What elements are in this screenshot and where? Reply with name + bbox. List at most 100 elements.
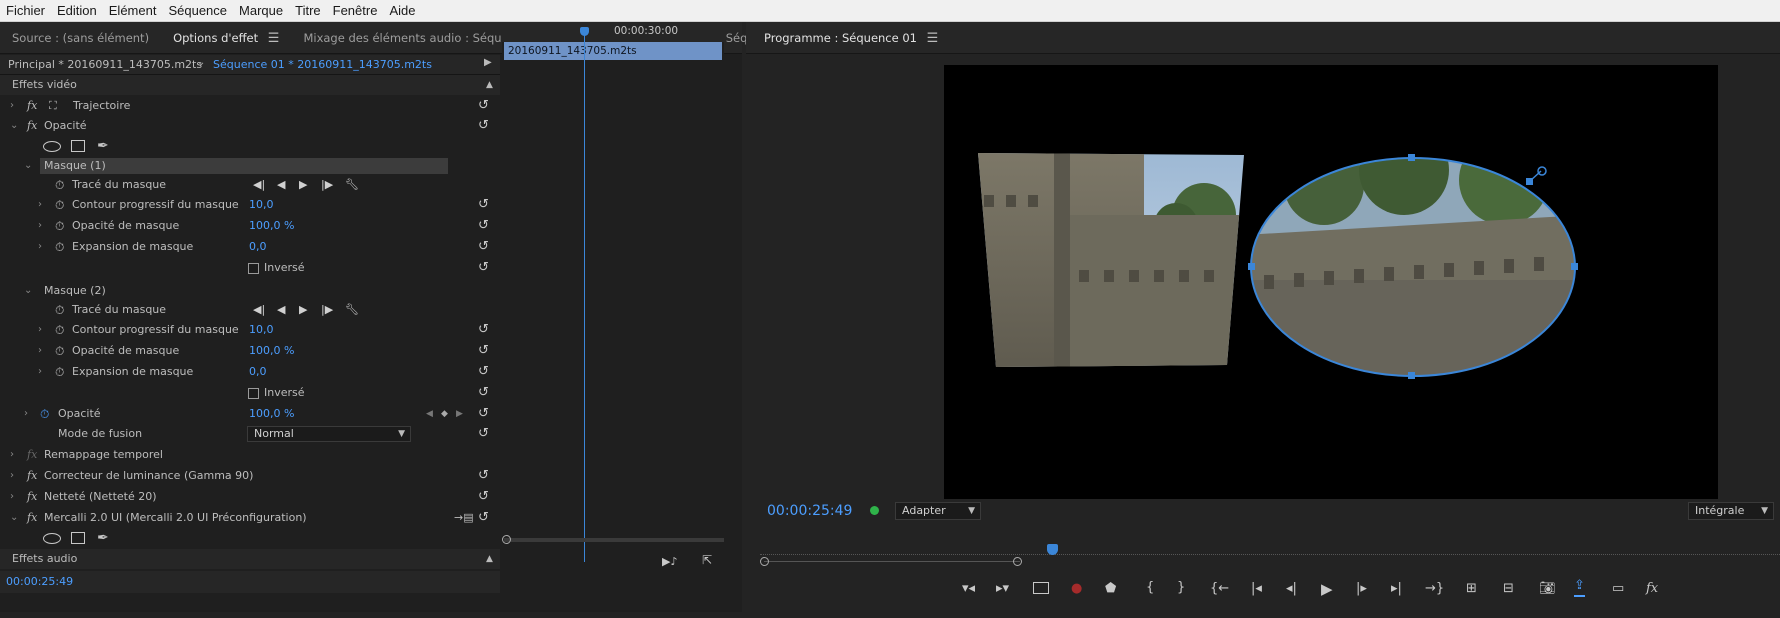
stopwatch-icon[interactable]: ⏱ xyxy=(55,175,64,195)
effect-row-nettete[interactable]: › fx Netteté (Netteté 20) ↺ xyxy=(0,487,500,507)
expand-icon[interactable]: › xyxy=(24,404,28,424)
fx-toggle-icon[interactable]: fx xyxy=(1646,581,1658,596)
play-only-icon[interactable]: ▶ xyxy=(484,57,492,68)
rectangle-mask-icon[interactable] xyxy=(71,140,85,152)
mask-feather-value[interactable]: 10,0 xyxy=(249,195,274,215)
menu-marque[interactable]: Marque xyxy=(233,3,289,18)
track-back-frame-icon[interactable]: ◀| xyxy=(253,300,265,320)
expand-icon[interactable]: › xyxy=(10,445,14,465)
playhead-marker-icon[interactable] xyxy=(580,27,589,36)
blend-mode-dropdown[interactable]: Normal ▼ xyxy=(247,426,411,442)
expand-icon[interactable]: › xyxy=(38,237,42,257)
clear-in-out-icon[interactable]: {← xyxy=(1210,581,1229,596)
expand-icon[interactable]: › xyxy=(38,320,42,340)
effect-row-remappage[interactable]: › fx Remappage temporel xyxy=(0,445,500,465)
panel-menu-icon[interactable]: ☰ xyxy=(268,31,280,46)
fx-icon[interactable]: fx xyxy=(27,508,37,528)
stopwatch-icon[interactable]: ⏱ xyxy=(55,216,64,236)
panel-menu-icon[interactable]: ☰ xyxy=(927,31,939,46)
step-to-out-icon[interactable]: ▸| xyxy=(1391,581,1402,596)
menu-sequence[interactable]: Séquence xyxy=(162,3,233,18)
expand-icon[interactable]: › xyxy=(10,466,14,486)
mask-expansion-value[interactable]: 0,0 xyxy=(249,362,267,382)
fx-icon[interactable]: fx xyxy=(27,445,37,465)
tab-program[interactable]: Programme : Séquence 01 ☰ xyxy=(754,22,948,54)
prev-keyframe-icon[interactable]: ◀ xyxy=(426,404,433,424)
stopwatch-active-icon[interactable]: ⏱ xyxy=(40,404,49,424)
effect-row-trajectoire[interactable]: › fx ⛶ Trajectoire ↺ xyxy=(0,96,500,116)
expand-icon[interactable]: › xyxy=(10,96,14,116)
effect-row-mercalli[interactable]: ⌄ fx Mercalli 2.0 UI (Mercalli 2.0 UI Pr… xyxy=(0,508,500,528)
track-forward-icon[interactable]: ▶ xyxy=(299,300,307,320)
wrench-icon[interactable]: 🔧︎ xyxy=(345,175,359,195)
fx-icon[interactable]: fx xyxy=(27,116,37,136)
track-forward-icon[interactable]: ▶ xyxy=(299,175,307,195)
menu-fenetre[interactable]: Fenêtre xyxy=(327,3,384,18)
reset-icon[interactable]: ↺ xyxy=(478,116,489,136)
safe-margins-icon[interactable] xyxy=(1033,582,1049,594)
fit-dropdown[interactable]: Adapter ▼ xyxy=(895,502,981,520)
edit-settings-icon[interactable]: →▤ xyxy=(454,508,474,528)
reset-icon[interactable]: ↺ xyxy=(478,487,489,507)
reset-icon[interactable]: ↺ xyxy=(478,383,489,403)
record-icon[interactable]: ● xyxy=(1071,581,1082,596)
go-to-in-icon[interactable]: { xyxy=(1146,580,1154,595)
ellipse-mask-icon[interactable] xyxy=(43,141,61,152)
go-to-out-point-icon[interactable]: →} xyxy=(1425,581,1444,596)
timeline-ruler[interactable]: 00:00:30:00 xyxy=(502,22,724,42)
export-frame-icon[interactable]: ⇪ xyxy=(1574,578,1585,597)
mask-2-row[interactable]: ⌄ Masque (2) xyxy=(0,281,500,301)
reset-icon[interactable]: ↺ xyxy=(478,320,489,340)
collapse-icon[interactable]: ⌄ xyxy=(24,281,32,301)
pen-mask-icon[interactable]: ✒ xyxy=(97,528,109,548)
reset-icon[interactable]: ↺ xyxy=(478,404,489,424)
expand-icon[interactable]: › xyxy=(38,216,42,236)
step-to-in-icon[interactable]: |◂ xyxy=(1251,581,1262,596)
track-forward-frame-icon[interactable]: |▶ xyxy=(321,175,333,195)
track-back-icon[interactable]: ◀ xyxy=(277,175,285,195)
track-forward-frame-icon[interactable]: |▶ xyxy=(321,300,333,320)
sequence-clip-label[interactable]: Séquence 01 * 20160911_143705.m2ts xyxy=(213,58,432,71)
wrench-icon[interactable]: 🔧︎ xyxy=(345,300,359,320)
effect-timeline[interactable]: 00:00:30:00 20160911_143705.m2ts ▶♪ ⇱ xyxy=(502,22,724,578)
mask-expansion-value[interactable]: 0,0 xyxy=(249,237,267,257)
reset-icon[interactable]: ↺ xyxy=(478,195,489,215)
stopwatch-icon[interactable]: ⏱ xyxy=(55,362,64,382)
step-back-icon[interactable]: ◂| xyxy=(1286,581,1297,596)
menu-fichier[interactable]: Fichier xyxy=(0,3,51,18)
comment-icon[interactable]: ▭ xyxy=(1612,581,1624,596)
rectangle-mask-icon[interactable] xyxy=(71,532,85,544)
reset-icon[interactable]: ↺ xyxy=(478,341,489,361)
collapse-icon[interactable]: ⌄ xyxy=(10,508,18,528)
reset-icon[interactable]: ↺ xyxy=(478,96,489,116)
inverted-checkbox[interactable] xyxy=(248,388,259,399)
step-forward-icon[interactable]: |▸ xyxy=(1356,581,1367,596)
effect-row-opacite[interactable]: ⌄ fx Opacité ↺ xyxy=(0,116,500,136)
zoom-scroll-bar[interactable] xyxy=(764,561,1020,562)
master-clip-label[interactable]: Principal * 20160911_143705.m2ts xyxy=(8,58,202,71)
marker-icon[interactable]: ⬟ xyxy=(1105,581,1116,596)
effect-row-correcteur[interactable]: › fx Correcteur de luminance (Gamma 90) … xyxy=(0,466,500,486)
expand-icon[interactable]: › xyxy=(38,341,42,361)
lift-icon[interactable]: ⊞ xyxy=(1466,581,1477,596)
reset-icon[interactable]: ↺ xyxy=(478,362,489,382)
fx-icon[interactable]: fx xyxy=(27,466,37,486)
export-icon[interactable]: ⇱ xyxy=(702,553,712,567)
stopwatch-icon[interactable]: ⏱ xyxy=(55,300,64,320)
mask-opacity-value[interactable]: 100,0 % xyxy=(249,341,294,361)
collapse-icon[interactable]: ⌄ xyxy=(10,116,18,136)
timeline-clip[interactable]: 20160911_143705.m2ts xyxy=(504,42,722,60)
stopwatch-icon[interactable]: ⏱ xyxy=(55,195,64,215)
mark-out-icon[interactable]: ▸▾ xyxy=(996,581,1009,596)
mask-opacity-value[interactable]: 100,0 % xyxy=(249,216,294,236)
inverted-checkbox[interactable] xyxy=(248,263,259,274)
extract-icon[interactable]: ⊟ xyxy=(1503,581,1514,596)
program-playhead-icon[interactable] xyxy=(1047,544,1058,555)
stopwatch-icon[interactable]: ⏱ xyxy=(55,237,64,257)
camera-icon[interactable]: 📷︎ xyxy=(1539,581,1556,596)
footer-timecode[interactable]: 00:00:25:49 xyxy=(6,571,73,593)
reset-icon[interactable]: ↺ xyxy=(478,508,489,528)
tab-effect-controls[interactable]: Options d'effet ☰ xyxy=(163,22,289,54)
expand-icon[interactable]: › xyxy=(10,487,14,507)
reset-icon[interactable]: ↺ xyxy=(478,466,489,486)
